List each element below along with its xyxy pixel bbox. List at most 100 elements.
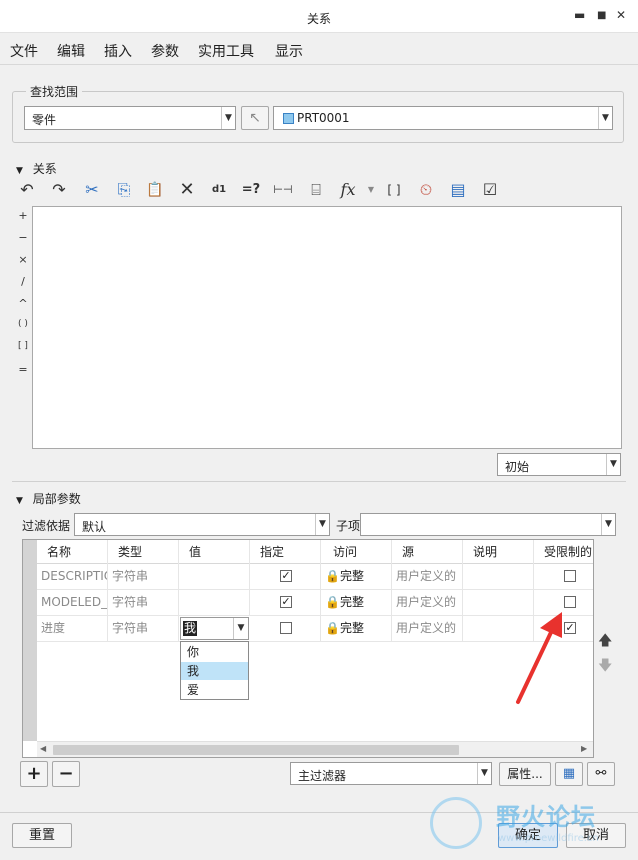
properties-button[interactable]: 属性... [499, 762, 551, 786]
relations-mode-value: 初始 [505, 460, 530, 474]
operator-parens[interactable]: ( ) [16, 319, 30, 329]
horizontal-scrollbar[interactable]: ◀ ▶ [37, 741, 593, 757]
lock-icon: 🔒 [325, 621, 340, 635]
column-header-name[interactable]: 名称 [37, 540, 108, 564]
menu-insert[interactable]: 插入 [104, 41, 132, 61]
operator-power[interactable]: ^ [16, 297, 30, 310]
value-option[interactable]: 爱 [181, 681, 248, 699]
param-value[interactable] [179, 564, 250, 589]
scope-type-dropdown[interactable]: 零件 ▼ [24, 106, 236, 130]
relations-title: 关系 [32, 162, 57, 176]
brackets-icon[interactable]: [ ] [383, 179, 405, 201]
menu-parameters[interactable]: 参数 [151, 41, 179, 61]
add-parameter-button[interactable]: + [20, 761, 48, 787]
function-icon[interactable]: fx [337, 179, 359, 201]
operator-divide[interactable]: / [16, 275, 30, 288]
value-option-selected[interactable]: 我 [181, 662, 248, 680]
column-header-restricted[interactable]: 受限制的 [534, 540, 593, 564]
param-source: 用户定义的 [392, 564, 463, 589]
designated-checkbox[interactable]: ✓ [280, 596, 292, 608]
operator-minus[interactable]: − [16, 231, 30, 244]
relations-mode-dropdown[interactable]: 初始 ▼ [497, 453, 621, 476]
param-description[interactable] [463, 564, 534, 589]
menu-file[interactable]: 文件 [10, 41, 38, 61]
column-header-type[interactable]: 类型 [108, 540, 179, 564]
restricted-checkbox[interactable] [564, 570, 576, 582]
chevron-down-icon: ▼ [477, 763, 491, 784]
move-up-icon[interactable]: 🡅 [598, 630, 612, 654]
reset-button[interactable]: 重置 [12, 823, 72, 848]
select-model-button[interactable]: ↖ [241, 106, 269, 130]
param-name[interactable]: DESCRIPTIO [37, 564, 108, 589]
access-cell: 🔒完整 [321, 564, 392, 589]
relations-editor[interactable] [32, 206, 622, 449]
scope-model-dropdown[interactable]: PRT0001 ▼ [273, 106, 613, 130]
lock-icon: 🔒 [325, 595, 340, 609]
column-header-access[interactable]: 访问 [321, 540, 392, 564]
value-option[interactable]: 你 [181, 643, 248, 661]
operator-plus[interactable]: + [16, 209, 30, 222]
copy-icon[interactable]: ⎘ [113, 179, 135, 201]
local-params-header[interactable]: ▼ 局部参数 [16, 490, 81, 507]
param-access: 完整 [339, 621, 364, 635]
menu-display[interactable]: 显示 [275, 41, 303, 61]
measure-icon[interactable]: ⊢⊣ [272, 179, 294, 201]
value-combo[interactable]: 我 ▼ [180, 617, 249, 640]
menu-edit[interactable]: 编辑 [57, 41, 85, 61]
scrollbar-thumb[interactable] [53, 745, 459, 755]
find-binoculars-icon[interactable]: ⚯ [587, 762, 615, 786]
column-header-description[interactable]: 说明 [463, 540, 534, 564]
column-header-value[interactable]: 值 [179, 540, 250, 564]
chevron-down-icon: ▼ [601, 514, 615, 535]
table-icon[interactable]: ▤ [447, 179, 469, 201]
evaluate-icon[interactable]: =? [240, 179, 262, 201]
parameters-icon[interactable]: ⌸ [305, 179, 327, 201]
timer-icon[interactable]: ⏲ [415, 179, 437, 201]
verify-icon[interactable]: ☑ [479, 179, 501, 201]
value-options-list: 你 我 爱 [180, 641, 249, 700]
param-name[interactable]: MODELED_ [37, 590, 108, 615]
operator-multiply[interactable]: × [16, 253, 30, 266]
collapse-icon: ▼ [16, 496, 23, 506]
column-header-designated[interactable]: 指定 [250, 540, 321, 564]
chevron-down-icon[interactable]: ▼ [233, 618, 248, 639]
delete-icon[interactable]: ✕ [176, 179, 198, 201]
cancel-button[interactable]: 取消 [566, 823, 626, 848]
param-name[interactable]: 进度 [37, 616, 108, 641]
value-combo-text[interactable]: 我 [183, 621, 198, 636]
cut-icon[interactable]: ✂ [81, 179, 103, 201]
menu-utilities[interactable]: 实用工具 [198, 41, 254, 61]
scope-model-value: PRT0001 [297, 111, 350, 125]
designated-checkbox[interactable]: ✓ [280, 570, 292, 582]
child-dropdown[interactable]: ▼ [360, 513, 616, 536]
main-filter-value: 主过滤器 [298, 769, 347, 783]
show-dimensions-icon[interactable]: d1 [208, 179, 230, 201]
redo-icon[interactable]: ↷ [48, 179, 70, 201]
column-header-source[interactable]: 源 [392, 540, 463, 564]
move-down-icon[interactable]: 🡇 [598, 655, 612, 679]
divider [12, 481, 626, 482]
remove-parameter-button[interactable]: − [52, 761, 80, 787]
row-header-column [23, 540, 37, 741]
table-columns-icon[interactable]: ▦ [555, 762, 583, 786]
main-filter-dropdown[interactable]: 主过滤器 ▼ [290, 762, 492, 785]
scroll-left-icon[interactable]: ◀ [40, 744, 46, 753]
close-icon[interactable]: ✕ [616, 8, 626, 22]
operator-brackets[interactable]: [ ] [16, 341, 30, 351]
paste-icon[interactable]: 📋 [144, 179, 166, 201]
minimize-icon[interactable]: ▬ [574, 8, 585, 22]
chevron-down-icon: ▼ [315, 514, 329, 535]
designated-checkbox[interactable] [280, 622, 292, 634]
restricted-checkbox[interactable] [564, 596, 576, 608]
maximize-icon[interactable]: ■ [597, 10, 606, 21]
window-title: 关系 [306, 12, 331, 26]
relations-header[interactable]: ▼ 关系 [16, 160, 57, 177]
chevron-down-icon[interactable]: ▼ [360, 179, 382, 201]
ok-button[interactable]: 确定 [498, 823, 558, 848]
param-value[interactable] [179, 590, 250, 615]
chevron-down-icon: ▼ [598, 107, 612, 129]
undo-icon[interactable]: ↶ [16, 179, 38, 201]
operator-equals[interactable]: = [16, 363, 30, 376]
filter-dropdown[interactable]: 默认 ▼ [74, 513, 330, 536]
scroll-right-icon[interactable]: ▶ [581, 744, 587, 753]
